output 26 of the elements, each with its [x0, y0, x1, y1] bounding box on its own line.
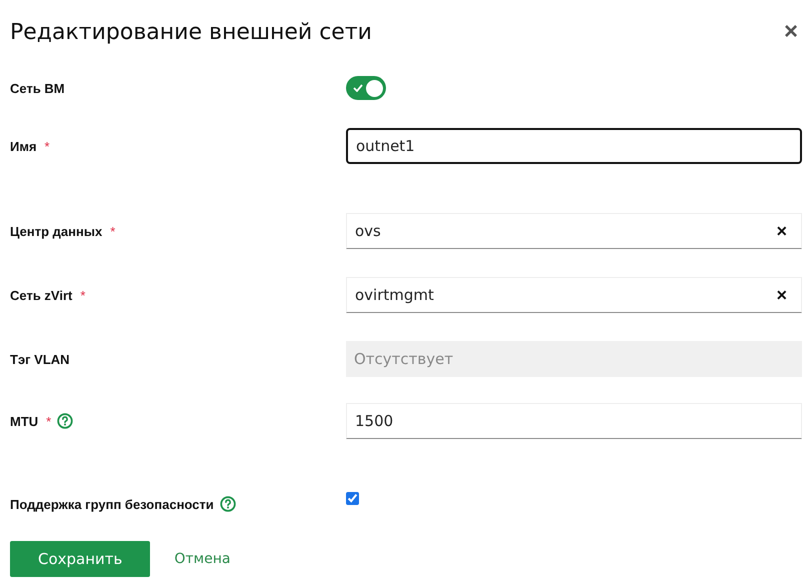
- field-label: Имя: [10, 138, 37, 154]
- checkbox[interactable]: [346, 492, 359, 504]
- field-label: Сеть ВМ: [10, 80, 65, 96]
- input-field[interactable]: outnet1: [346, 128, 802, 164]
- field-label: Сеть zVirt: [10, 288, 72, 302]
- check-icon: [353, 84, 363, 92]
- help-icon[interactable]: [57, 413, 74, 429]
- field-label: MTU: [10, 414, 38, 428]
- required-mark: *: [110, 224, 116, 238]
- dialog-title: Редактирование внешней сети: [10, 20, 372, 44]
- required-mark: *: [44, 138, 50, 154]
- help-icon[interactable]: [220, 496, 236, 512]
- cancel-link[interactable]: Отмена: [174, 551, 230, 567]
- required-mark: *: [80, 288, 86, 302]
- field-label: Тэг VLAN: [10, 352, 70, 366]
- select-field[interactable]: ovirtmgmt ×: [346, 277, 802, 313]
- clear-button[interactable]: ×: [776, 222, 787, 240]
- input-field[interactable]: 1500: [346, 403, 802, 439]
- field-label: Поддержка групп безопасности: [10, 496, 214, 512]
- select-field[interactable]: ovs ×: [346, 213, 802, 249]
- toggle-switch[interactable]: [346, 76, 386, 100]
- field-label: Центр данных: [10, 224, 102, 238]
- clear-button[interactable]: ×: [776, 286, 787, 304]
- required-mark: *: [46, 414, 52, 428]
- close-button[interactable]: ×: [780, 20, 802, 44]
- save-button[interactable]: Сохранить: [10, 541, 150, 577]
